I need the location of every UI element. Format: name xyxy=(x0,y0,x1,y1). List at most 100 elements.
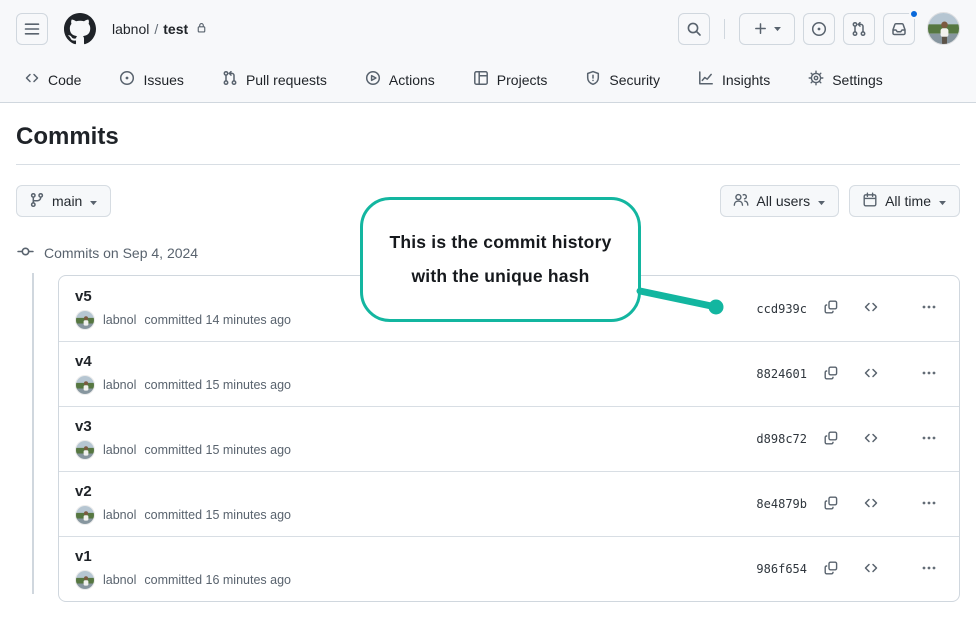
tab-settings[interactable]: Settings xyxy=(800,70,891,89)
topbar: labnol / test xyxy=(0,0,976,57)
commit-hash-link[interactable]: ccd939c xyxy=(756,302,807,316)
tab-security[interactable]: Security xyxy=(577,70,668,89)
tab-label: Code xyxy=(48,72,81,88)
annotation-arrow xyxy=(620,282,730,318)
browse-code-button[interactable] xyxy=(859,427,883,451)
people-icon xyxy=(733,192,749,211)
copy-icon xyxy=(823,365,839,384)
github-logo[interactable] xyxy=(64,13,96,45)
commit-options-button[interactable] xyxy=(917,427,941,451)
committer-name[interactable]: labnol xyxy=(103,508,136,522)
breadcrumb-owner-link[interactable]: labnol xyxy=(112,21,149,37)
caret-down-icon xyxy=(89,193,98,209)
inbox-wrapper xyxy=(883,13,915,45)
browse-code-button[interactable] xyxy=(859,492,883,516)
kebab-icon xyxy=(921,299,937,318)
committer-avatar[interactable] xyxy=(75,505,95,525)
committer-name[interactable]: labnol xyxy=(103,313,136,327)
commit-meta: labnol committed 15 minutes ago xyxy=(75,505,291,525)
committer-avatar[interactable] xyxy=(75,310,95,330)
committer-name[interactable]: labnol xyxy=(103,573,136,587)
kebab-icon xyxy=(921,495,937,514)
issues-button[interactable] xyxy=(803,13,835,45)
commit-row-v2: v2 labnol committed 15 minutes ago 8e487… xyxy=(59,471,959,536)
tab-actions[interactable]: Actions xyxy=(357,70,443,89)
page-title: Commits xyxy=(16,123,960,151)
tab-projects[interactable]: Projects xyxy=(465,70,556,89)
commit-hash-link[interactable]: 8e4879b xyxy=(756,497,807,511)
commit-options-button[interactable] xyxy=(917,492,941,516)
commit-options-button[interactable] xyxy=(917,297,941,321)
copy-hash-button[interactable] xyxy=(819,362,843,386)
commit-row-v3: v3 labnol committed 15 minutes ago d898c… xyxy=(59,406,959,471)
users-filter-button[interactable]: All users xyxy=(720,185,839,217)
caret-down-icon xyxy=(938,193,947,209)
play-icon xyxy=(365,70,381,89)
code-icon xyxy=(863,365,879,384)
time-filter-button[interactable]: All time xyxy=(849,185,960,217)
copy-hash-button[interactable] xyxy=(819,557,843,581)
breadcrumb-repo-link[interactable]: test xyxy=(163,21,188,37)
caret-down-icon xyxy=(817,193,826,209)
code-icon xyxy=(863,560,879,579)
notification-dot xyxy=(909,9,919,19)
tab-label: Security xyxy=(609,72,660,88)
pull-requests-button[interactable] xyxy=(843,13,875,45)
git-branch-icon xyxy=(29,192,45,211)
commit-title-link[interactable]: v3 xyxy=(75,418,291,435)
inbox-icon xyxy=(891,21,907,37)
code-icon xyxy=(863,299,879,318)
git-commit-icon xyxy=(17,243,34,263)
tab-insights[interactable]: Insights xyxy=(690,70,778,89)
committer-name[interactable]: labnol xyxy=(103,378,136,392)
browse-code-button[interactable] xyxy=(859,362,883,386)
kebab-icon xyxy=(921,560,937,579)
commit-time: committed 15 minutes ago xyxy=(144,378,291,392)
main-content: Commits main All users All time xyxy=(0,123,976,602)
code-icon xyxy=(863,495,879,514)
copy-hash-button[interactable] xyxy=(819,297,843,321)
commit-time: committed 16 minutes ago xyxy=(144,573,291,587)
commit-date-text: Commits on Sep 4, 2024 xyxy=(44,245,198,261)
committer-name[interactable]: labnol xyxy=(103,443,136,457)
committer-avatar[interactable] xyxy=(75,440,95,460)
annotation-line1: This is the commit history xyxy=(389,232,611,253)
time-filter-label: All time xyxy=(885,193,931,209)
copy-hash-button[interactable] xyxy=(819,427,843,451)
browse-code-button[interactable] xyxy=(859,557,883,581)
commit-options-button[interactable] xyxy=(917,362,941,386)
tab-label: Settings xyxy=(832,72,883,88)
tab-code[interactable]: Code xyxy=(16,70,89,89)
tab-pull-requests[interactable]: Pull requests xyxy=(214,70,335,89)
commit-options-button[interactable] xyxy=(917,557,941,581)
commit-title-link[interactable]: v1 xyxy=(75,548,291,565)
code-icon xyxy=(863,430,879,449)
commit-hash-link[interactable]: d898c72 xyxy=(756,432,807,446)
branch-name: main xyxy=(52,193,82,209)
commit-title-link[interactable]: v2 xyxy=(75,483,291,500)
create-new-button[interactable] xyxy=(739,13,795,45)
branch-selector-button[interactable]: main xyxy=(16,185,111,217)
commit-hash-link[interactable]: 8824601 xyxy=(756,367,807,381)
commit-hash-link[interactable]: 986f654 xyxy=(756,562,807,576)
breadcrumb-separator: / xyxy=(154,21,158,37)
browse-code-button[interactable] xyxy=(859,297,883,321)
hamburger-menu-button[interactable] xyxy=(16,13,48,45)
commit-title-link[interactable]: v5 xyxy=(75,288,291,305)
committer-avatar[interactable] xyxy=(75,570,95,590)
filters: All users All time xyxy=(720,185,960,217)
graph-icon xyxy=(698,70,714,89)
commit-row-v1: v1 labnol committed 16 minutes ago 986f6… xyxy=(59,536,959,601)
git-pull-request-icon xyxy=(851,21,867,37)
table-icon xyxy=(473,70,489,89)
copy-icon xyxy=(823,430,839,449)
committer-avatar[interactable] xyxy=(75,375,95,395)
annotation-line2: with the unique hash xyxy=(411,266,589,287)
commit-list: v5 labnol committed 14 minutes ago ccd93… xyxy=(58,275,960,602)
copy-hash-button[interactable] xyxy=(819,492,843,516)
search-button[interactable] xyxy=(678,13,710,45)
commit-title-link[interactable]: v4 xyxy=(75,353,291,370)
tab-issues[interactable]: Issues xyxy=(111,70,191,89)
users-filter-label: All users xyxy=(756,193,810,209)
user-avatar[interactable] xyxy=(927,12,960,45)
